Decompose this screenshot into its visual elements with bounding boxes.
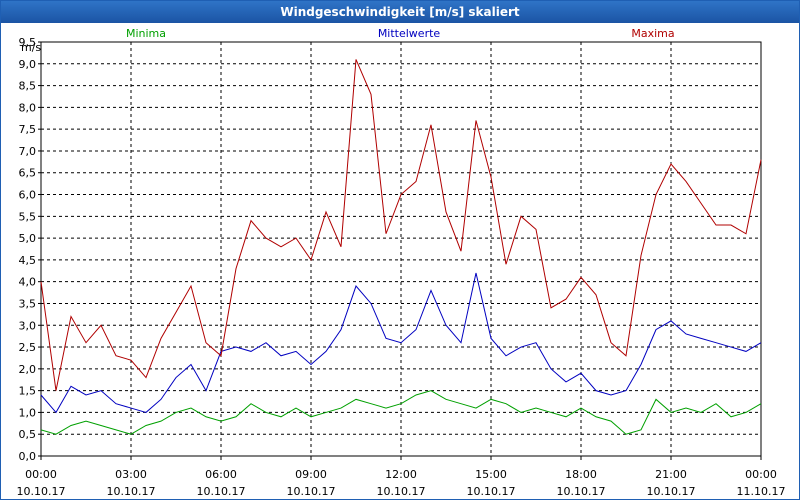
y-tick-label: 4,5 xyxy=(19,254,37,267)
chart-window: Windgeschwindigkeit [m/s] skaliert 0,0 0,… xyxy=(0,0,800,500)
y-tick-label: 6,5 xyxy=(19,167,37,180)
y-tick-label: 1,5 xyxy=(19,385,37,398)
x-tick-time: 09:00 xyxy=(295,468,327,481)
x-tick-time: 18:00 xyxy=(565,468,597,481)
x-tick-date: 10.10.17 xyxy=(467,485,516,498)
x-tick-date: 11.10.17 xyxy=(737,485,786,498)
x-tick-date: 10.10.17 xyxy=(287,485,336,498)
y-axis-label: m/s xyxy=(21,41,41,54)
y-tick-label: 7,0 xyxy=(19,145,37,158)
y-tick-label: 3,5 xyxy=(19,297,37,310)
legend-mittelwerte: Mittelwerte xyxy=(378,27,441,40)
x-tick-date: 10.10.17 xyxy=(17,485,66,498)
y-tick-label: 9,0 xyxy=(19,58,37,71)
y-tick-label: 5,0 xyxy=(19,232,37,245)
x-tick-date: 10.10.17 xyxy=(197,485,246,498)
grid xyxy=(41,41,761,456)
y-tick-label: 1,0 xyxy=(19,406,37,419)
y-tick-label: 7,5 xyxy=(19,123,37,136)
y-tick-label: 8,0 xyxy=(19,101,37,114)
x-tick-date: 10.10.17 xyxy=(377,485,426,498)
y-tick-label: 4,0 xyxy=(19,276,37,289)
x-tick-date: 10.10.17 xyxy=(557,485,606,498)
x-tick-time: 03:00 xyxy=(115,468,147,481)
x-tick-date: 10.10.17 xyxy=(647,485,696,498)
legend-maxima: Maxima xyxy=(631,27,674,40)
legend-minima: Minima xyxy=(126,27,166,40)
y-tick-label: 5,5 xyxy=(19,210,37,223)
x-tick-date: 10.10.17 xyxy=(107,485,156,498)
x-tick-time: 21:00 xyxy=(655,468,687,481)
x-tick-time: 12:00 xyxy=(385,468,417,481)
x-tick-time: 15:00 xyxy=(475,468,507,481)
x-tick-time: 00:00 xyxy=(25,468,57,481)
y-tick-label: 0,5 xyxy=(19,428,37,441)
y-tick-label: 0,0 xyxy=(19,450,37,463)
y-tick-label: 3,0 xyxy=(19,319,37,332)
y-tick-label: 2,0 xyxy=(19,363,37,376)
x-tick-time: 00:00 xyxy=(745,468,777,481)
y-tick-label: 6,0 xyxy=(19,189,37,202)
y-tick-label: 2,5 xyxy=(19,341,37,354)
x-tick-time: 06:00 xyxy=(205,468,237,481)
y-tick-label: 8,5 xyxy=(19,80,37,93)
line-chart: 0,0 0,5 1,0 1,5 2,0 2,5 3,0 3,5 4,0 4,5 5,0 5,5 6,0 6… xyxy=(17,27,786,498)
legend: Minima Mittelwerte Maxima xyxy=(126,27,675,40)
